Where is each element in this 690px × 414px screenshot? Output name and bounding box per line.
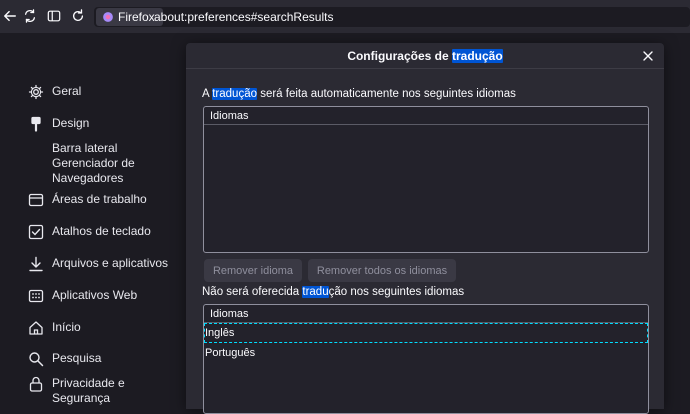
column-header-idiomas[interactable]: Idiomas — [204, 305, 648, 323]
dialog-title-text: Configurações de — [347, 48, 452, 63]
dialog-title: Configurações de tradução — [186, 43, 664, 69]
never-translate-list[interactable]: Idiomas Inglês Português — [203, 304, 649, 414]
list-item[interactable]: Português — [204, 343, 648, 363]
sidebar-item-label: Áreas de trabalho — [52, 192, 147, 206]
checkbox-icon — [28, 224, 44, 240]
sidebar-item-areas-de-trabalho[interactable]: Áreas de trabalho — [28, 192, 147, 208]
sidebar-item-geral[interactable]: Geral — [28, 84, 81, 100]
lock-icon — [29, 376, 43, 392]
sidebar-item-pesquisa[interactable]: Pesquisa — [28, 351, 101, 367]
sidebar-toggle-icon[interactable] — [46, 8, 62, 24]
sidebar-item-label: Geral — [52, 84, 82, 98]
firefox-logo-icon — [103, 12, 113, 22]
home-icon — [29, 321, 43, 335]
grid-icon — [28, 289, 44, 303]
never-translate-label: Não será oferecida tradução nos seguinte… — [202, 286, 464, 298]
label-text: Não será oferecida — [202, 286, 303, 298]
sidebar-item-barra-lateral[interactable]: Barra lateral Gerenciador de Navegadores — [52, 141, 135, 186]
download-icon — [29, 256, 43, 272]
sidebar-item-design[interactable]: Design — [28, 116, 89, 132]
back-arrow-icon[interactable] — [2, 8, 18, 24]
label-text: A — [202, 88, 213, 100]
identity-box[interactable]: Firefox — [96, 8, 163, 26]
reload-icon[interactable] — [70, 8, 86, 24]
identity-label: Firefox — [118, 10, 155, 24]
label-highlight: tradu — [302, 286, 329, 298]
sync-icon[interactable] — [22, 8, 38, 24]
always-translate-label: A tradução será feita automaticamente no… — [202, 88, 516, 100]
browser-toolbar: Firefox about:preferences#searchResults — [0, 0, 690, 33]
sidebar-item-inicio[interactable]: Início — [28, 320, 81, 336]
label-highlight: tradução — [212, 88, 257, 100]
sidebar-item-label: Aplicativos Web — [52, 288, 138, 302]
window-icon — [28, 193, 44, 207]
search-icon — [29, 352, 44, 367]
label-text: será feita automaticamente nos seguintes… — [257, 88, 516, 100]
url-text[interactable]: about:preferences#searchResults — [154, 10, 333, 24]
close-button[interactable] — [640, 48, 656, 64]
sidebar-item-aplicativos-web[interactable]: Aplicativos Web — [28, 288, 137, 304]
sidebar-item-atalhos-de-teclado[interactable]: Atalhos de teclado — [28, 224, 151, 240]
list-item[interactable]: Inglês — [204, 323, 648, 343]
sidebar-item-label: Atalhos de teclado — [52, 224, 151, 238]
sidebar-item-label: Pesquisa — [52, 351, 102, 365]
paintbrush-icon — [31, 116, 41, 132]
sidebar-item-label: Barra lateral Gerenciador de Navegadores — [52, 141, 135, 185]
close-icon — [643, 51, 653, 61]
sidebar-item-label: Início — [52, 320, 81, 334]
translation-settings-dialog: Configurações de tradução A tradução ser… — [186, 43, 664, 414]
always-translate-list[interactable]: Idiomas — [203, 106, 649, 253]
sidebar-item-label: Privacidade e Segurança — [52, 376, 125, 405]
label-text: ção nos seguintes idiomas — [328, 286, 465, 298]
remove-all-languages-button[interactable]: Remover todos os idiomas — [308, 259, 456, 282]
remove-language-button[interactable]: Remover idioma — [204, 259, 302, 282]
gear-icon — [28, 84, 44, 100]
dialog-title-highlight: tradução — [452, 48, 503, 63]
sidebar-item-label: Design — [52, 116, 90, 130]
sidebar-item-privacidade[interactable]: Privacidade e Segurança — [28, 376, 125, 406]
sidebar-item-arquivos-e-aplicativos[interactable]: Arquivos e aplicativos — [28, 256, 168, 272]
column-header-idiomas[interactable]: Idiomas — [204, 107, 648, 125]
sidebar-item-label: Arquivos e aplicativos — [52, 256, 169, 270]
